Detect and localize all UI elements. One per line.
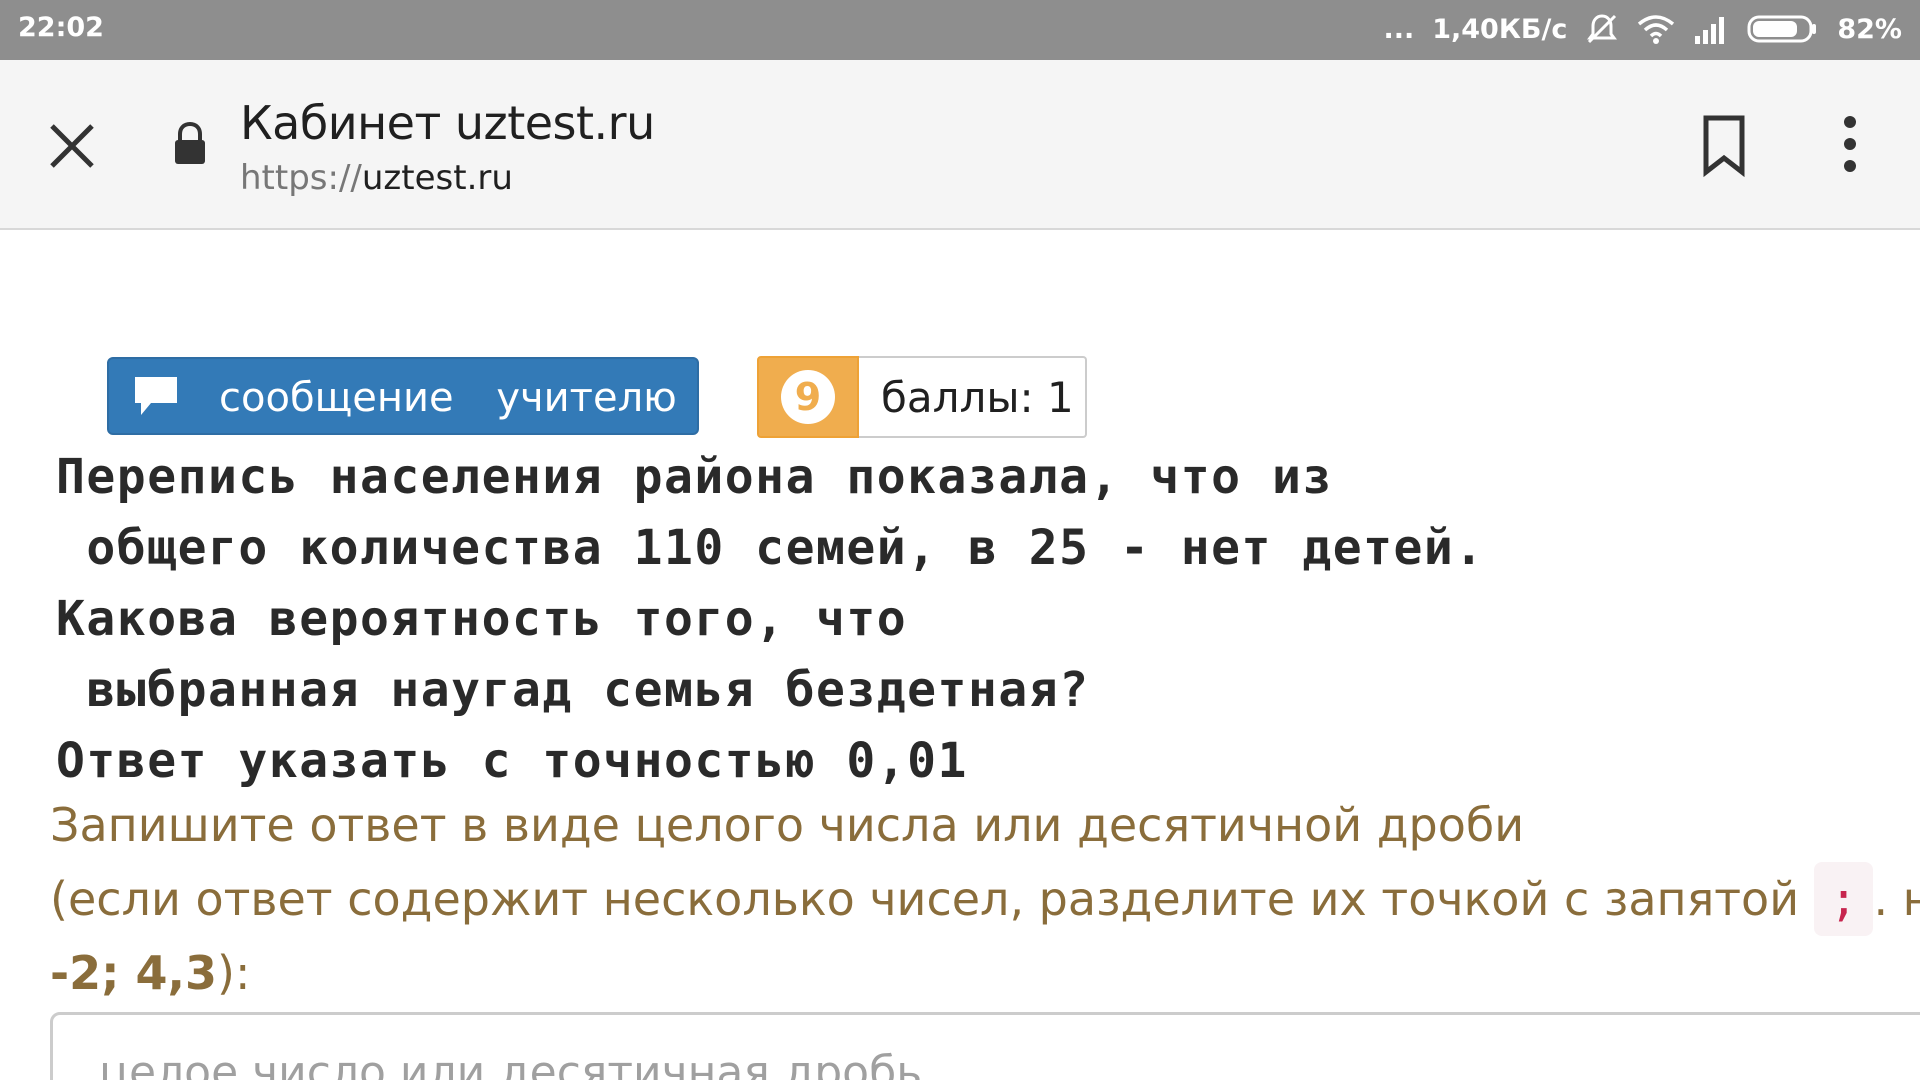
instruction-line-2-text: (если ответ содержит несколько чисел, ра…: [50, 872, 1800, 926]
lock-icon: [172, 121, 208, 171]
bookmark-icon: [1703, 115, 1745, 178]
answer-input[interactable]: [50, 1012, 1920, 1080]
instruction-line-3: -2; 4,3):: [50, 936, 1920, 1010]
page-title: Кабинет uztest.ru: [240, 96, 655, 150]
battery-icon: [1747, 14, 1819, 44]
url-host: uztest.ru: [361, 158, 513, 198]
instruction-line-2-rest: . н: [1873, 872, 1920, 926]
network-speed: 1,40КБ/с: [1432, 13, 1568, 45]
close-icon: [50, 124, 94, 168]
question-line: общего количества 110 семей, в 25 - нет …: [56, 520, 1485, 576]
question-line: выбранная наугад семья бездетная?: [56, 662, 1090, 718]
question-line: Перепись населения района показала, что …: [56, 449, 1333, 505]
status-dots: ...: [1383, 13, 1415, 45]
question-text: Перепись населения района показала, что …: [56, 442, 1485, 797]
page-url[interactable]: https://uztest.ru: [240, 158, 513, 198]
signal-icon: [1693, 14, 1729, 44]
example-suffix: ):: [217, 946, 251, 1000]
message-teacher-button[interactable]: сообщение учителю: [107, 357, 699, 435]
task-number-box: 9: [757, 356, 859, 438]
bookmark-button[interactable]: [1696, 112, 1752, 180]
instruction-line-1: Запишите ответ в виде целого числа или д…: [50, 798, 1525, 852]
question-line: Ответ указать с точностью 0,01: [56, 733, 968, 789]
battery-percent: 82%: [1837, 13, 1902, 45]
close-button[interactable]: [42, 116, 102, 176]
comment-icon: [135, 377, 177, 415]
mute-icon: [1585, 12, 1619, 46]
message-teacher-label: сообщение учителю: [219, 375, 677, 421]
question-line: Какова вероятность того, что: [56, 591, 908, 647]
page-content: сообщение учителю 9 баллы: 1 Перепись на…: [0, 230, 1920, 1080]
task-score-badge: 9 баллы: 1: [757, 356, 1087, 438]
points-label: баллы: 1: [859, 356, 1087, 438]
status-icons: ... 1,40КБ/с 82%: [1383, 12, 1902, 46]
task-number: 9: [781, 370, 835, 424]
status-bar: 22:02 ... 1,40КБ/с 82%: [0, 0, 1920, 60]
separator-chip: ;: [1813, 862, 1874, 936]
more-vert-icon: [1844, 116, 1856, 172]
answer-instruction: Запишите ответ в виде целого числа или д…: [50, 788, 1920, 1010]
wifi-icon: [1637, 14, 1675, 44]
url-scheme: https://: [240, 158, 362, 198]
example-value: -2; 4,3: [50, 946, 217, 1000]
more-menu-button[interactable]: [1828, 112, 1872, 180]
status-time: 22:02: [18, 12, 104, 43]
instruction-line-2: (если ответ содержит несколько чисел, ра…: [50, 862, 1920, 936]
browser-toolbar: Кабинет uztest.ru https://uztest.ru: [0, 60, 1920, 230]
